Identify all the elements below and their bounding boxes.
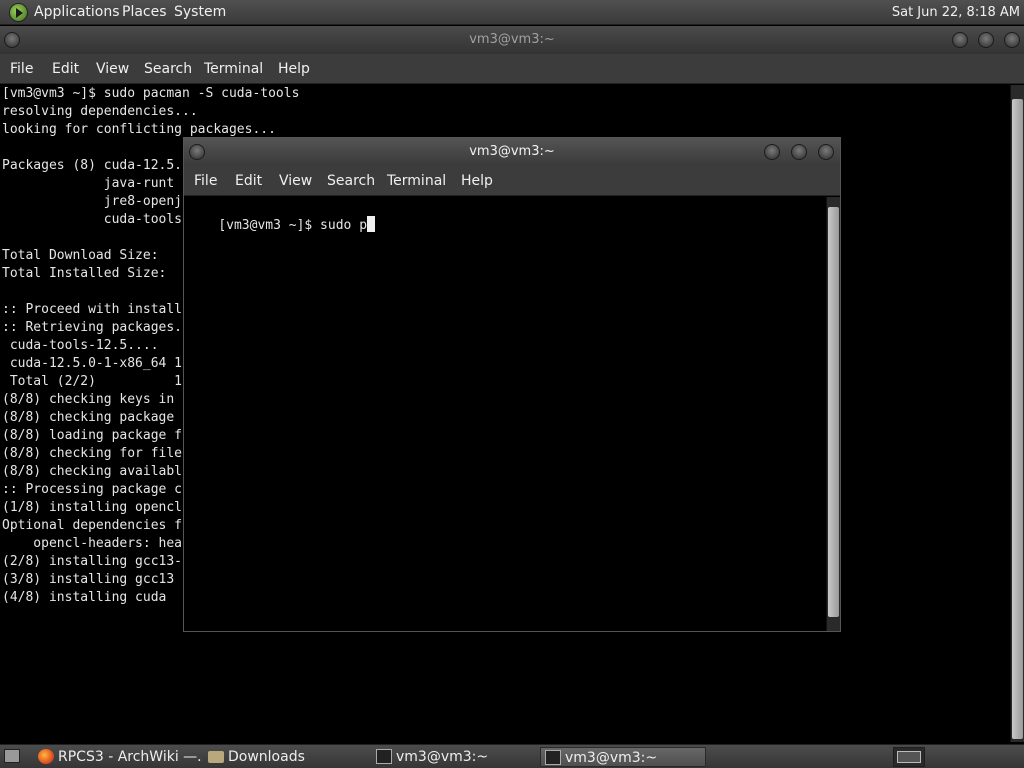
window-menu-icon[interactable]	[189, 144, 205, 160]
front-scrollbar-thumb[interactable]	[828, 207, 839, 617]
menu-terminal[interactable]: Terminal	[387, 166, 446, 196]
terminal-icon	[376, 749, 392, 764]
back-window-title: vm3@vm3:~	[469, 32, 555, 47]
show-desktop-icon[interactable]	[4, 749, 20, 763]
clock[interactable]: Sat Jun 22, 8:18 AM	[892, 0, 1020, 25]
minimize-icon[interactable]	[952, 32, 968, 48]
places-menu[interactable]: Places	[122, 0, 167, 25]
back-scrollbar-thumb[interactable]	[1012, 99, 1023, 739]
maximize-icon[interactable]	[978, 32, 994, 48]
text-cursor	[367, 216, 376, 232]
applications-menu[interactable]: Applications	[34, 0, 120, 25]
taskbar-item-firefox[interactable]: RPCS3 - ArchWiki —...	[34, 747, 202, 767]
taskbar-label: Downloads	[228, 749, 305, 765]
system-menu[interactable]: System	[174, 0, 226, 25]
minimize-icon[interactable]	[764, 144, 780, 160]
back-window-menubar: File Edit View Search Terminal Help	[0, 54, 1024, 84]
taskbar-item-terminal-1[interactable]: vm3@vm3:~	[372, 747, 538, 767]
menu-search[interactable]: Search	[327, 166, 375, 196]
terminal-line: resolving dependencies...	[2, 104, 198, 119]
taskbar-item-terminal-2[interactable]: vm3@vm3:~	[540, 747, 706, 767]
front-scrollbar[interactable]	[826, 197, 840, 631]
front-terminal-output[interactable]: [vm3@vm3 ~]$ sudo p	[187, 198, 823, 628]
menu-search[interactable]: Search	[144, 54, 192, 84]
firefox-icon	[38, 749, 54, 764]
workspace-switcher[interactable]	[893, 747, 925, 767]
top-panel: Applications Places System Sat Jun 22, 8…	[0, 0, 1024, 25]
menu-edit[interactable]: Edit	[52, 54, 79, 84]
menu-view[interactable]: View	[279, 166, 312, 196]
close-icon[interactable]	[1004, 32, 1020, 48]
terminal-icon	[545, 750, 561, 765]
front-window-titlebar[interactable]: vm3@vm3:~	[184, 138, 840, 166]
menu-edit[interactable]: Edit	[235, 166, 262, 196]
menu-file[interactable]: File	[194, 166, 217, 196]
bottom-panel: RPCS3 - ArchWiki —... Downloads vm3@vm3:…	[0, 744, 1024, 768]
gnome-foot-icon[interactable]	[9, 3, 28, 22]
back-window-titlebar[interactable]: vm3@vm3:~	[0, 26, 1024, 54]
front-terminal-window: vm3@vm3:~ File Edit View Search Terminal…	[183, 137, 841, 632]
taskbar-item-downloads[interactable]: Downloads	[204, 747, 370, 767]
maximize-icon[interactable]	[791, 144, 807, 160]
taskbar-label: vm3@vm3:~	[565, 750, 658, 766]
menu-help[interactable]: Help	[461, 166, 493, 196]
command-prompt: [vm3@vm3 ~]$ sudo p	[218, 218, 368, 233]
menu-terminal[interactable]: Terminal	[204, 54, 263, 84]
menu-help[interactable]: Help	[278, 54, 310, 84]
workspace-1[interactable]	[897, 751, 921, 763]
taskbar-label: vm3@vm3:~	[396, 749, 489, 765]
back-scrollbar[interactable]	[1010, 85, 1024, 742]
folder-icon	[208, 751, 224, 763]
taskbar-label: RPCS3 - ArchWiki —...	[58, 749, 202, 765]
front-window-menubar: File Edit View Search Terminal Help	[184, 166, 840, 196]
terminal-line: [vm3@vm3 ~]$ sudo pacman -S cuda-tools	[2, 86, 300, 101]
close-icon[interactable]	[818, 144, 834, 160]
window-menu-icon[interactable]	[4, 32, 20, 48]
menu-file[interactable]: File	[10, 54, 33, 84]
menu-view[interactable]: View	[96, 54, 129, 84]
front-window-title: vm3@vm3:~	[469, 144, 555, 159]
